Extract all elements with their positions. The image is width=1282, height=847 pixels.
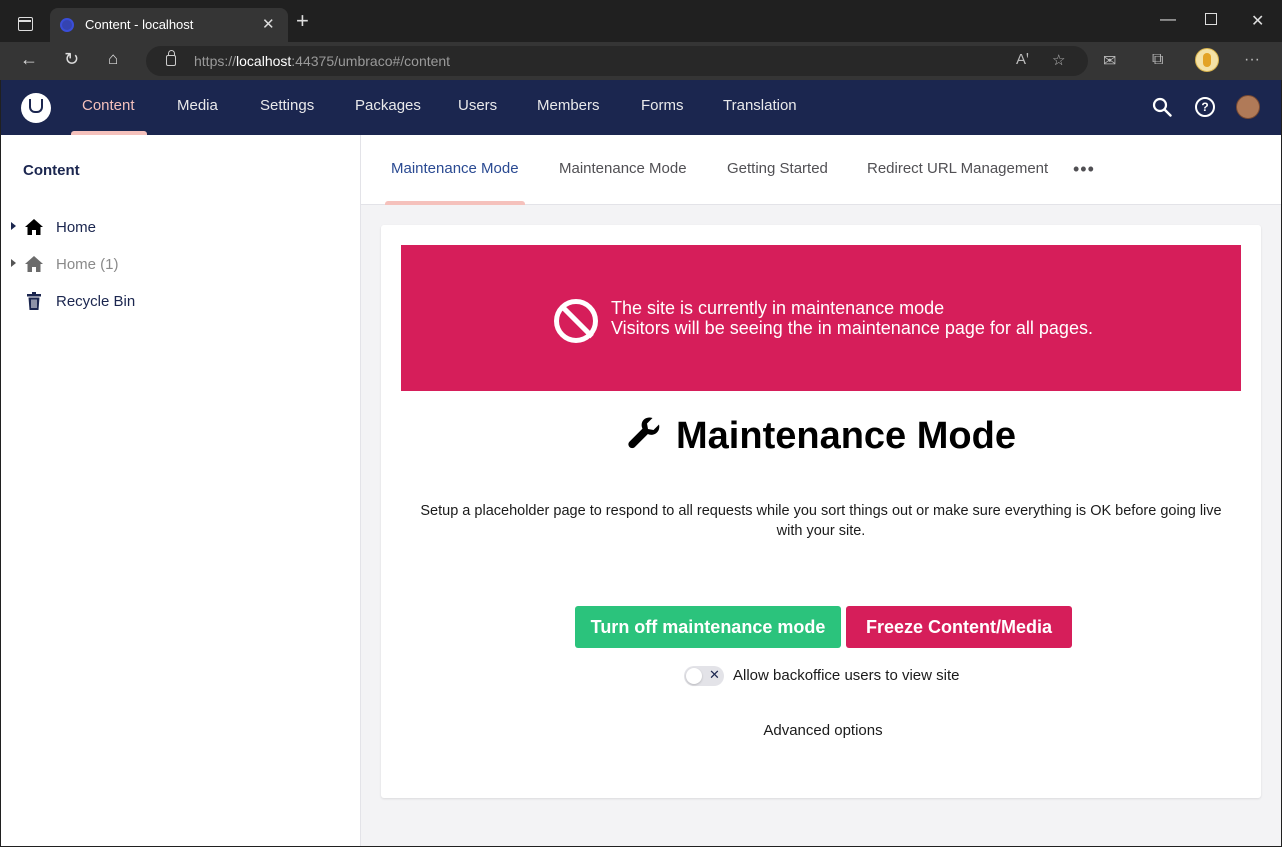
tab-maintenance-mode[interactable]: Maintenance Mode bbox=[391, 160, 519, 177]
umbraco-app: Content Media Settings Packages Users Me… bbox=[1, 80, 1281, 846]
home-browser-icon[interactable]: ⌂ bbox=[108, 49, 118, 69]
help-icon[interactable]: ? bbox=[1195, 97, 1215, 117]
trash-icon bbox=[27, 292, 41, 310]
new-tab-icon[interactable]: + bbox=[296, 10, 309, 32]
allow-backoffice-label: Allow backoffice users to view site bbox=[733, 667, 960, 684]
sidebar-toggle-icon[interactable] bbox=[18, 17, 33, 31]
maintenance-card: The site is currently in maintenance mod… bbox=[381, 225, 1261, 798]
home-icon bbox=[25, 256, 43, 272]
lock-icon bbox=[166, 50, 176, 66]
address-bar[interactable]: https://localhost:44375/umbraco#/content… bbox=[146, 46, 1088, 76]
prohibited-icon bbox=[554, 299, 598, 343]
refresh-icon[interactable]: ↻ bbox=[64, 49, 79, 70]
tree-item-recycle-bin[interactable]: Recycle Bin bbox=[1, 287, 360, 317]
tree-title: Content bbox=[23, 162, 80, 179]
content-tree: Content Home Home (1) Recycle Bin bbox=[1, 135, 361, 846]
page-title: Maintenance Mode bbox=[381, 415, 1261, 458]
dashboard-tabs: Maintenance Mode Maintenance Mode Gettin… bbox=[361, 135, 1281, 205]
expand-caret-icon[interactable] bbox=[11, 222, 16, 230]
advanced-options-link[interactable]: Advanced options bbox=[381, 722, 1265, 739]
minimize-icon[interactable]: — bbox=[1160, 11, 1176, 29]
tree-item-label: Home bbox=[56, 219, 97, 236]
tab-active-indicator bbox=[385, 201, 525, 205]
search-icon[interactable] bbox=[1152, 97, 1172, 117]
umbraco-logo-icon[interactable] bbox=[21, 93, 51, 123]
browser-titlebar: Content - localhost ✕ + — ✕ bbox=[0, 0, 1282, 42]
profile-avatar[interactable] bbox=[1195, 48, 1219, 72]
browser-tab[interactable]: Content - localhost ✕ bbox=[50, 8, 288, 42]
banner-message-line2: Visitors will be seeing the in maintenan… bbox=[611, 318, 1093, 338]
tree-item-home-1[interactable]: Home (1) bbox=[1, 250, 360, 280]
home-icon bbox=[25, 219, 43, 235]
page-title-text: Maintenance Mode bbox=[676, 415, 1016, 457]
top-navigation: Content Media Settings Packages Users Me… bbox=[1, 80, 1281, 135]
nav-forms[interactable]: Forms bbox=[641, 97, 684, 114]
maintenance-description: Setup a placeholder page to respond to a… bbox=[420, 503, 1222, 539]
read-aloud-icon[interactable]: Aꞌ bbox=[1016, 51, 1029, 68]
tab-getting-started[interactable]: Getting Started bbox=[727, 160, 828, 177]
tab-title: Content - localhost bbox=[85, 17, 194, 32]
toggle-off-icon: ✕ bbox=[709, 667, 720, 682]
close-window-icon[interactable]: ✕ bbox=[1251, 11, 1264, 31]
close-tab-icon[interactable]: ✕ bbox=[262, 15, 275, 33]
tree-item-label: Recycle Bin bbox=[56, 293, 136, 310]
toggle-knob bbox=[686, 668, 702, 684]
favorite-star-icon[interactable]: ☆ bbox=[1052, 51, 1065, 69]
nav-members[interactable]: Members bbox=[537, 97, 600, 114]
more-tabs-icon[interactable]: ••• bbox=[1073, 159, 1095, 180]
maintenance-alert-banner: The site is currently in maintenance mod… bbox=[401, 245, 1241, 391]
tab-maintenance-mode-2[interactable]: Maintenance Mode bbox=[559, 160, 687, 177]
maximize-icon[interactable] bbox=[1205, 13, 1217, 25]
nav-packages[interactable]: Packages bbox=[355, 97, 421, 114]
nav-users[interactable]: Users bbox=[458, 97, 497, 114]
nav-settings[interactable]: Settings bbox=[260, 97, 314, 114]
browser-toolbar: ← ↻ ⌂ https://localhost:44375/umbraco#/c… bbox=[0, 42, 1282, 80]
tree-item-home[interactable]: Home bbox=[1, 213, 360, 243]
umbraco-favicon-icon bbox=[60, 18, 74, 32]
allow-backoffice-toggle[interactable]: ✕ bbox=[684, 666, 724, 686]
tab-redirect-url-management[interactable]: Redirect URL Management bbox=[867, 160, 1048, 177]
mail-icon[interactable]: ✉ bbox=[1103, 51, 1116, 71]
wrench-icon bbox=[628, 417, 660, 449]
tree-item-label: Home (1) bbox=[56, 256, 119, 273]
collections-icon[interactable]: ⧉ bbox=[1152, 51, 1163, 69]
more-menu-icon[interactable]: ··· bbox=[1244, 51, 1260, 69]
user-avatar[interactable] bbox=[1236, 95, 1260, 119]
expand-caret-icon[interactable] bbox=[11, 259, 16, 267]
nav-media[interactable]: Media bbox=[177, 97, 218, 114]
nav-content[interactable]: Content bbox=[82, 97, 135, 114]
freeze-content-button[interactable]: Freeze Content/Media bbox=[846, 606, 1072, 648]
turn-off-maintenance-button[interactable]: Turn off maintenance mode bbox=[575, 606, 841, 648]
nav-translation[interactable]: Translation bbox=[723, 97, 797, 114]
back-icon[interactable]: ← bbox=[20, 49, 38, 70]
url-text[interactable]: https://localhost:44375/umbraco#/content bbox=[194, 53, 450, 69]
banner-message-line1: The site is currently in maintenance mod… bbox=[611, 298, 945, 318]
